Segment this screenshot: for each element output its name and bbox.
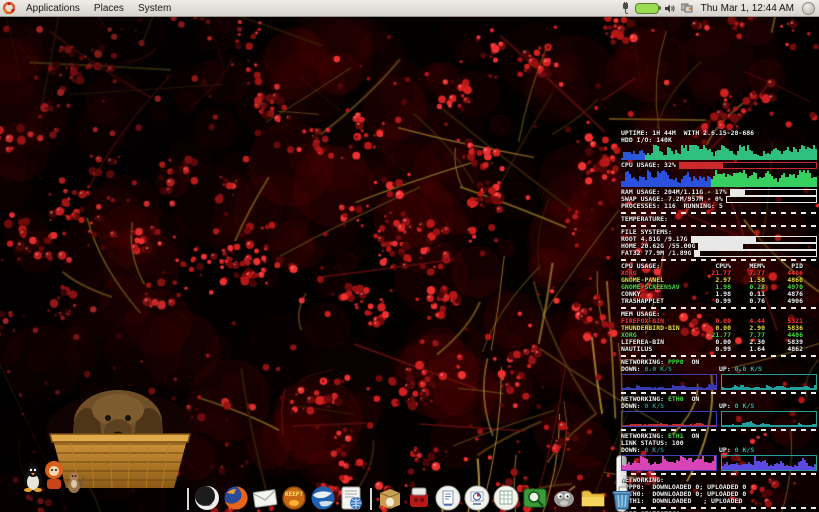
conky-system-monitor: UPTIME: 1H 44M WITH 2.6.15-28-686 HDD I/… [621,130,817,512]
fs-bar [691,236,817,243]
hdd-io-line: HDD I/O: 140K [621,137,817,144]
desktop: Applications Places System Thu Mar 1, 12… [0,0,819,512]
separator [621,507,817,509]
network-monitor-icon[interactable] [681,3,693,13]
web-document-icon[interactable] [339,485,365,511]
firefox-icon[interactable] [223,485,249,511]
places-menu[interactable]: Places [87,0,131,16]
office-impress-icon[interactable] [464,485,490,511]
separator [621,307,817,309]
ppp0-up-graph [721,374,817,390]
dock-separator [187,488,189,510]
dock-separator [370,488,372,510]
google-earth-icon[interactable] [310,485,336,511]
top-panel: Applications Places System Thu Mar 1, 12… [0,0,819,17]
ubuntu-logo-icon [3,2,15,14]
separator [621,473,817,475]
volume-icon[interactable] [664,3,676,14]
separator [621,225,817,227]
power-icon[interactable] [621,2,630,14]
eth0-up-graph [721,411,817,427]
media-device-icon[interactable] [406,485,432,511]
processes-line: PROCESSES: 116 RUNNING: 5 [621,203,817,210]
separator [621,392,817,394]
tux-widget[interactable] [22,464,44,492]
orb-icon[interactable] [194,485,220,511]
separator [621,259,817,261]
gimp-icon[interactable] [551,485,577,511]
scanner-search-icon[interactable] [522,485,548,511]
cpu-usage-bar [679,162,817,169]
trash-icon[interactable] [609,485,635,511]
fs-bar [698,243,817,250]
applications-menu[interactable]: Applications [19,0,87,16]
package-icon[interactable] [377,485,403,511]
clock[interactable]: Thu Mar 1, 12:44 AM [698,3,797,14]
mail-icon[interactable] [252,485,278,511]
fs-row: FAT32 77.9M /1.89G [621,250,817,257]
eth0-down-graph [621,411,717,427]
session-icon[interactable] [802,2,815,15]
svg-text:KEEP?: KEEP? [285,491,303,498]
squirrel-widget[interactable] [66,470,86,494]
process-row: NAUTILUS0.991.644862 [621,346,817,353]
eth1-down-graph [621,455,717,471]
office-calc-icon[interactable] [493,485,519,511]
separator [621,429,817,431]
cpu-graph [621,170,817,187]
ram-bar [730,189,817,196]
eth0-rates: DOWN: 0 K/S UP: 0 K/S [621,403,817,410]
eth1-up-graph [721,455,817,471]
fs-bar [694,250,817,257]
swap-bar [726,196,817,203]
game-icon[interactable]: KEEP? [281,485,307,511]
separator [621,212,817,214]
net-total-row: ETH1: DOWNLOADED ; UPLOADED [621,498,817,505]
cpu-usage-line: CPU USAGE: 32% [621,162,817,169]
ppp0-down-graph [621,374,717,390]
folder-icon[interactable] [580,485,606,511]
system-menu[interactable]: System [131,0,178,16]
dock: KEEP? [185,483,635,511]
kenny-widget[interactable] [44,460,64,490]
office-writer-icon[interactable] [435,485,461,511]
ppp0-rates: DOWN: 0.0 K/S UP: 0.0 K/S [621,366,817,373]
separator [621,355,817,357]
hdd-io-graph [621,145,817,160]
process-row: TRASHAPPLET0.990.764906 [621,298,817,305]
eth1-rates: DOWN: 0 K/S UP: 0 K/S [621,447,817,454]
temperature-title: TEMPERATURE: [621,216,817,223]
battery-icon[interactable] [635,3,659,14]
